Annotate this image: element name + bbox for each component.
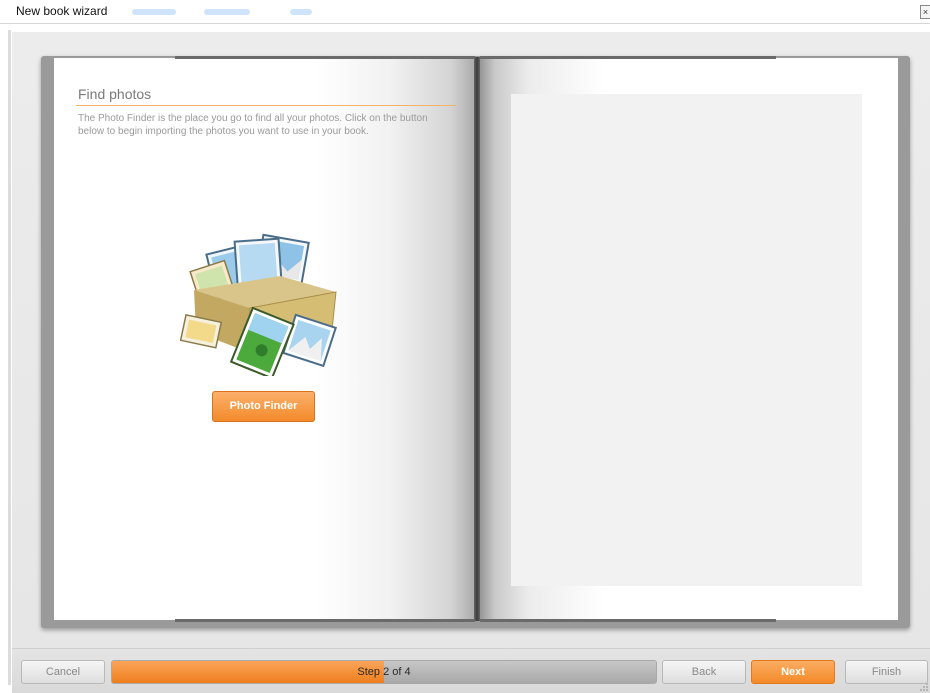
- window-title: New book wizard: [16, 4, 108, 18]
- photo-finder-button[interactable]: Photo Finder: [212, 391, 315, 422]
- blurred-menu-item: [204, 9, 250, 15]
- wizard-window: New book wizard × Find photos The Photo …: [0, 0, 930, 693]
- section-heading: Find photos: [78, 86, 152, 102]
- next-button[interactable]: Next: [751, 660, 835, 684]
- page-edge: [480, 56, 776, 59]
- progress-label: Step 2 of 4: [357, 666, 411, 678]
- close-button[interactable]: ×: [920, 5, 930, 19]
- blurred-menu-item: [132, 9, 176, 15]
- photo-box-icon: [180, 233, 337, 376]
- finish-button[interactable]: Finish: [845, 660, 928, 684]
- right-page-placeholder: [511, 94, 862, 586]
- page-edge: [175, 619, 475, 622]
- book-spine: [474, 57, 480, 621]
- window-left-edge: [8, 30, 11, 685]
- heading-divider: [76, 105, 456, 106]
- page-edge: [480, 619, 776, 622]
- resize-grip-icon[interactable]: [920, 683, 928, 691]
- cancel-button[interactable]: Cancel: [21, 660, 105, 684]
- title-bar: New book wizard ×: [0, 0, 930, 24]
- close-icon: ×: [922, 7, 929, 17]
- page-edge: [175, 56, 475, 59]
- back-button[interactable]: Back: [662, 660, 746, 684]
- step-progress-bar: Step 2 of 4: [111, 660, 657, 684]
- section-description: The Photo Finder is the place you go to …: [78, 113, 428, 137]
- blurred-menu-item: [290, 9, 312, 15]
